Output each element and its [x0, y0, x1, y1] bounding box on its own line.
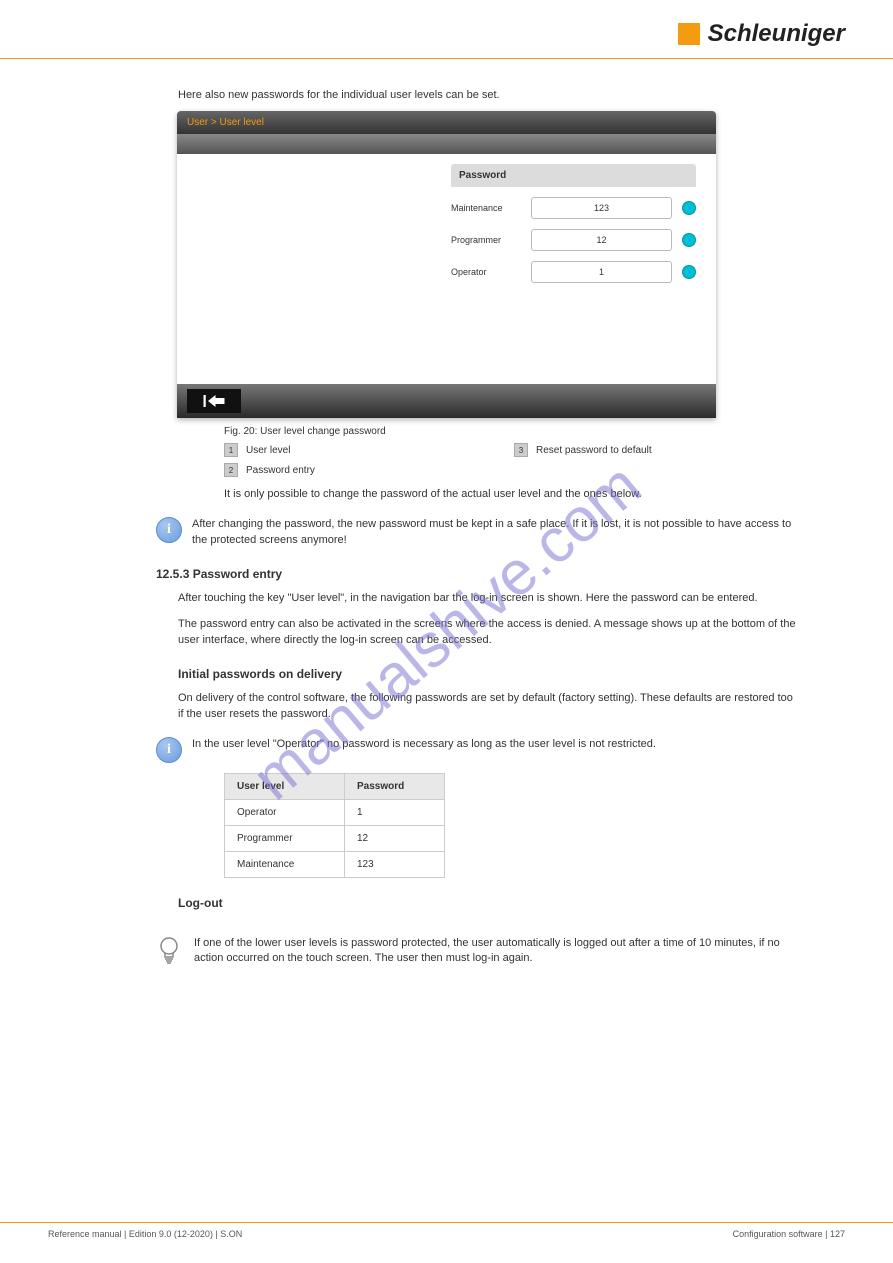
key-box-2: 2: [224, 463, 238, 477]
footer-right: Configuration software | 127: [733, 1229, 845, 1239]
table-row: Programmer 12: [225, 825, 445, 851]
hmi-breadcrumb: User > User level: [177, 111, 716, 134]
section-heading-password-entry: 12.5.3 Password entry: [156, 567, 797, 581]
key-label-1: User level: [246, 445, 290, 456]
cell-pwd: 1: [345, 799, 445, 825]
label-maintenance: Maintenance: [451, 203, 521, 213]
row-operator: Operator 1: [451, 261, 696, 283]
key-box-1: 1: [224, 443, 238, 457]
top-divider: [0, 58, 893, 59]
info-text-1: After changing the password, the new pas…: [192, 517, 797, 549]
reset-programmer-button[interactable]: [682, 233, 696, 247]
key-item-2: 2 Password entry: [224, 463, 514, 477]
info-icon: [156, 517, 182, 543]
logo-square-icon: [678, 23, 700, 45]
figure-caption: Fig. 20: User level change password: [224, 426, 845, 437]
row-programmer: Programmer 12: [451, 229, 696, 251]
info-text-2: In the user level "Operator" no password…: [192, 737, 656, 753]
footer-left: Reference manual | Edition 9.0 (12-2020)…: [48, 1229, 242, 1239]
section-heading-logout: Log-out: [178, 896, 797, 910]
info-icon: [156, 737, 182, 763]
tip-text: If one of the lower user levels is passw…: [194, 936, 797, 968]
paragraph-2: The password entry can also be activated…: [178, 617, 797, 649]
field-maintenance[interactable]: 123: [531, 197, 672, 219]
back-button[interactable]: [187, 389, 241, 413]
page-footer: Reference manual | Edition 9.0 (12-2020)…: [0, 1222, 893, 1263]
password-section-header: Password: [451, 164, 696, 187]
hmi-toolbar: [177, 134, 716, 154]
cell-pwd: 12: [345, 825, 445, 851]
section-heading-initial-passwords: Initial passwords on delivery: [178, 667, 797, 681]
brand-logo: Schleuniger: [678, 20, 845, 48]
reset-operator-button[interactable]: [682, 265, 696, 279]
brand-name: Schleuniger: [708, 20, 845, 48]
notice-1: It is only possible to change the passwo…: [224, 487, 797, 503]
field-operator[interactable]: 1: [531, 261, 672, 283]
key-item-1: 1 User level: [224, 443, 514, 457]
row-maintenance: Maintenance 123: [451, 197, 696, 219]
tip-box: If one of the lower user levels is passw…: [156, 936, 797, 968]
cell-pwd: 123: [345, 851, 445, 877]
key-label-2: Password entry: [246, 465, 315, 476]
back-arrow-icon: [202, 393, 226, 409]
info-box-1: After changing the password, the new pas…: [156, 517, 797, 549]
cell-level: Programmer: [225, 825, 345, 851]
figure-key: 1 User level 2 Password entry 3 Reset pa…: [224, 443, 845, 477]
field-programmer[interactable]: 12: [531, 229, 672, 251]
cell-level: Maintenance: [225, 851, 345, 877]
key-label-3: Reset password to default: [536, 445, 652, 456]
th-password: Password: [345, 773, 445, 799]
reset-maintenance-button[interactable]: [682, 201, 696, 215]
hmi-footer: [177, 384, 716, 418]
table-row: Operator 1: [225, 799, 445, 825]
key-box-3: 3: [514, 443, 528, 457]
lightbulb-icon: [156, 936, 182, 966]
paragraph-1: After touching the key "User level", in …: [178, 591, 797, 607]
paragraph-3: On delivery of the control software, the…: [178, 691, 797, 723]
table-row: Maintenance 123: [225, 851, 445, 877]
key-item-3: 3 Reset password to default: [514, 443, 652, 457]
label-operator: Operator: [451, 267, 521, 277]
page-header: Schleuniger: [0, 0, 893, 58]
hmi-window: User > User level Password Maintenance 1…: [177, 111, 716, 418]
intro-text: Here also new passwords for the individu…: [178, 89, 745, 101]
cell-level: Operator: [225, 799, 345, 825]
info-box-2: In the user level "Operator" no password…: [156, 737, 797, 763]
th-user-level: User level: [225, 773, 345, 799]
label-programmer: Programmer: [451, 235, 521, 245]
default-passwords-table: User level Password Operator 1 Programme…: [224, 773, 445, 878]
hmi-body: Password Maintenance 123 Programmer 12 O…: [177, 154, 716, 384]
bottom-divider: [0, 1222, 893, 1223]
